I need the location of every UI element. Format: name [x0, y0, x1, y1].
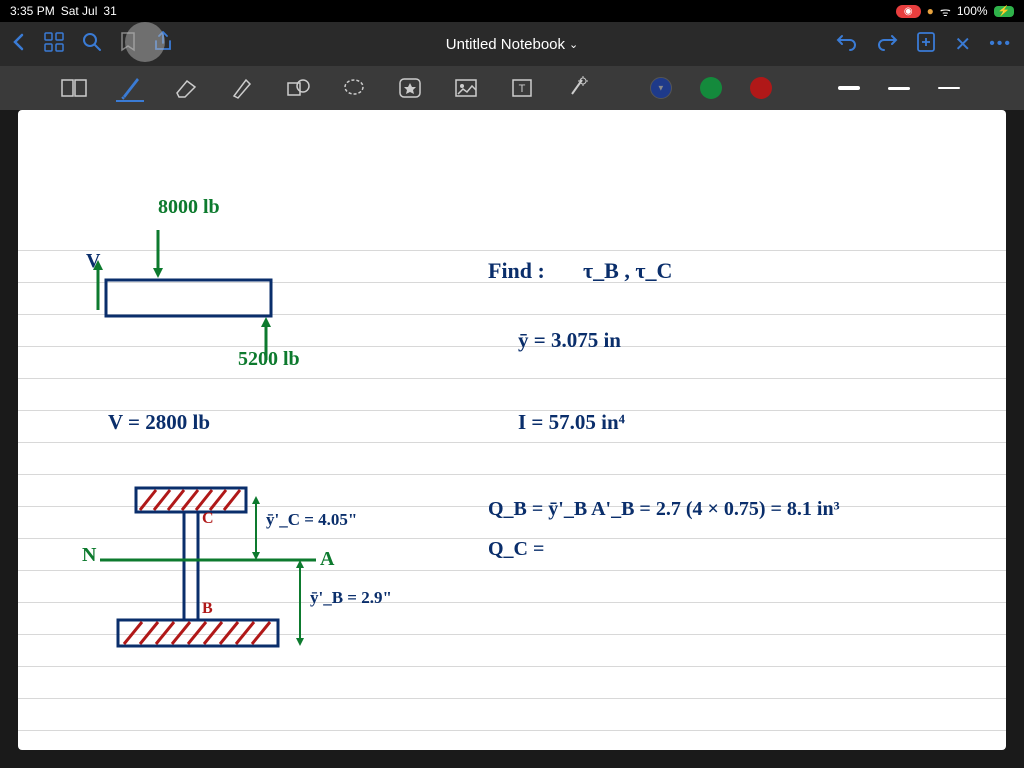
back-button[interactable] [12, 33, 26, 56]
lasso-tool[interactable] [340, 74, 368, 102]
shape-tool[interactable] [284, 74, 312, 102]
QB-label: Q_B = ȳ'_B A'_B = 2.7 (4 × 0.75) = 8.1 i… [488, 498, 840, 521]
canvas[interactable]: 8000 lb V 5200 lb V = 2800 lb Find : τ_B… [18, 110, 1006, 750]
status-time: 3:35 PM [10, 4, 55, 18]
text-tool[interactable]: T [508, 74, 536, 102]
eraser-tool[interactable] [172, 74, 200, 102]
battery-icon: ⚡ [994, 6, 1014, 17]
load1-label: 8000 lb [158, 196, 220, 219]
document-title[interactable]: Untitled Notebook ⌄ [446, 36, 578, 53]
pointer-tool[interactable] [564, 74, 592, 102]
v-equation: V = 2800 lb [108, 410, 210, 435]
stroke-large[interactable] [838, 86, 860, 90]
chevron-down-icon: ⌄ [569, 38, 578, 51]
image-tool[interactable] [452, 74, 480, 102]
recording-badge: ◉ [896, 5, 921, 18]
status-bar: 3:35 PM Sat Jul 31 ◉ ● ᯤ 100% ⚡ [0, 0, 1024, 22]
favorites-tool[interactable] [396, 74, 424, 102]
cursor-indicator [125, 22, 165, 62]
B-label: B [202, 600, 213, 618]
page-tool[interactable] [60, 74, 88, 102]
battery-text: 100% [957, 4, 988, 18]
status-dot: ● [927, 4, 934, 18]
load2-label: 5200 lb [238, 348, 300, 371]
N-label: N [82, 544, 96, 567]
highlighter-tool[interactable] [228, 74, 256, 102]
toolbar: T ▼ [0, 66, 1024, 110]
close-button[interactable]: ✕ [954, 32, 971, 57]
status-day: Sat Jul [61, 4, 98, 18]
yc-label: ȳ'_C = 4.05" [266, 510, 357, 530]
stroke-medium[interactable] [888, 87, 910, 90]
C-label: C [202, 510, 214, 528]
wifi-icon: ᯤ [940, 3, 951, 20]
color-green[interactable] [700, 77, 722, 99]
grid-icon[interactable] [44, 32, 64, 57]
I-label: I = 57.05 in⁴ [518, 410, 625, 435]
find-values: τ_B , τ_C [583, 258, 672, 284]
ybar-label: ȳ = 3.075 in [518, 328, 621, 353]
status-date: 31 [103, 4, 116, 18]
yb-label: ȳ'_B = 2.9" [310, 588, 392, 608]
add-page-button[interactable] [916, 31, 936, 58]
color-red[interactable] [750, 77, 772, 99]
color-blue[interactable]: ▼ [650, 77, 672, 99]
A-label: A [320, 548, 334, 571]
pen-tool[interactable] [116, 74, 144, 102]
v-label: V [86, 250, 100, 273]
QC-label: Q_C = [488, 538, 544, 561]
redo-button[interactable] [876, 33, 898, 56]
find-label: Find : [488, 258, 545, 284]
svg-text:T: T [519, 83, 526, 95]
search-icon[interactable] [82, 32, 102, 57]
undo-button[interactable] [836, 33, 858, 56]
more-icon[interactable]: ••• [989, 35, 1012, 53]
stroke-small[interactable] [938, 87, 960, 89]
